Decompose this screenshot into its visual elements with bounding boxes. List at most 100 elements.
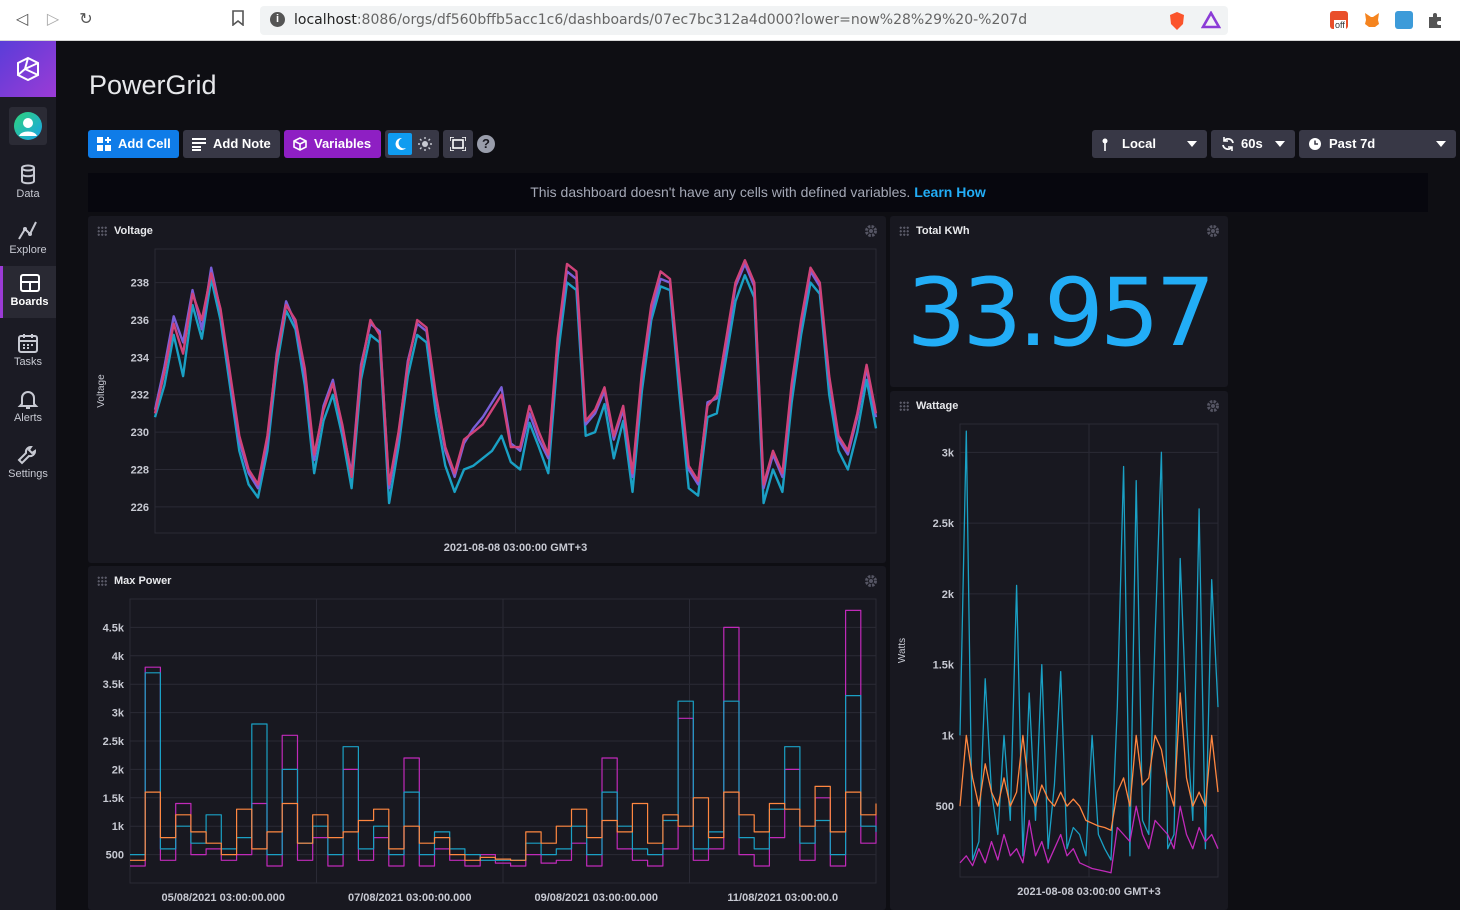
voltage-chart[interactable]: 238 236 234 232 230 228 226 Voltage 2021-08-08 0… (88, 216, 886, 563)
moon-icon (395, 137, 406, 150)
dark-mode-button[interactable] (388, 133, 412, 155)
caret-down-icon (1187, 141, 1197, 147)
y-tick-label: 1k (112, 821, 125, 833)
y-tick-label: 500 (936, 801, 954, 813)
dashboard-icon (19, 274, 40, 292)
clock-icon (1309, 138, 1321, 150)
sidebar-item-label: Data (16, 188, 40, 200)
x-tick-label: 11/08/2021 03:00:00.0 (727, 892, 838, 904)
sidebar-item-data[interactable]: Data (0, 158, 56, 210)
banner-text: This dashboard doesn't have any cells wi… (530, 184, 911, 200)
y-tick-label: 3k (942, 447, 955, 459)
y-tick-label: 4k (112, 651, 125, 663)
forward-icon[interactable]: ▷ (43, 10, 63, 30)
back-icon[interactable]: ◁ (12, 10, 32, 30)
extension-window-icon[interactable] (1395, 11, 1413, 29)
theme-toggle[interactable] (385, 130, 439, 158)
y-tick-label: 226 (131, 502, 149, 514)
sidebar-item-tasks[interactable]: Tasks (0, 326, 56, 378)
learn-how-link[interactable]: Learn How (914, 184, 986, 200)
extension-badge: off (1334, 20, 1346, 30)
max-power-cell: Max Power 4.5k 4k 3.5k 3k 2.5k 2k 1.5k 1k 500 05/… (88, 566, 886, 910)
voltage-cell: Voltage 238 236 234 232 230 228 226 Voltage 2021… (88, 216, 886, 563)
add-note-button[interactable]: Add Note (183, 130, 280, 158)
bookmark-icon[interactable] (228, 10, 248, 30)
add-note-label: Add Note (213, 136, 271, 151)
variables-button[interactable]: Variables (284, 130, 381, 158)
sidebar-item-explore[interactable]: Explore (0, 214, 56, 266)
y-tick-label: 238 (131, 278, 149, 290)
y-tick-label: 3k (112, 708, 125, 720)
refresh-label: 60s (1241, 136, 1263, 151)
user-avatar[interactable] (9, 107, 47, 145)
x-tick-label: 07/08/2021 03:00:00.000 (348, 892, 472, 904)
sidebar-item-label: Settings (8, 468, 48, 480)
extensions-puzzle-icon[interactable] (1426, 11, 1444, 34)
wattage-chart[interactable]: 3k 2.5k 2k 1.5k 1k 500 Watts 2021-08-08 03:00:0… (890, 391, 1228, 910)
help-icon[interactable]: ? (477, 135, 495, 153)
drag-handle-icon[interactable] (899, 226, 909, 236)
time-range-dropdown[interactable]: Past 7d (1299, 130, 1456, 158)
url-text: localhost:8086/orgs/df560bffb5acc1c6/das… (294, 12, 1028, 28)
sidebar-item-alerts[interactable]: Alerts (0, 382, 56, 434)
influxdb-logo[interactable] (0, 41, 56, 97)
sidebar-item-label: Tasks (13, 356, 43, 368)
refresh-dropdown[interactable]: 60s (1211, 130, 1295, 158)
y-tick-label: 228 (131, 464, 149, 476)
sidebar-item-boards[interactable]: Boards (0, 266, 56, 318)
note-icon (192, 138, 206, 151)
sun-icon[interactable] (418, 137, 432, 151)
max-power-chart[interactable]: 4.5k 4k 3.5k 3k 2.5k 2k 1.5k 1k 500 05/08/2021 03… (88, 566, 886, 910)
y-tick-label: 2.5k (103, 736, 125, 748)
y-tick-label: 1.5k (103, 793, 125, 805)
sidebar-item-settings[interactable]: Settings (0, 438, 56, 490)
bell-icon (17, 391, 39, 409)
cell-title: Total KWh (916, 225, 970, 237)
graph-icon (18, 221, 37, 240)
brave-shield-icon[interactable] (1168, 11, 1186, 36)
wattage-cell: Wattage 3k 2.5k 2k 1.5k 1k 500 Watts 2021-08-08… (890, 391, 1228, 910)
variables-label: Variables (314, 136, 372, 151)
y-tick-label: 1.5k (933, 660, 955, 672)
x-tick-label: 05/08/2021 03:00:00.000 (161, 892, 285, 904)
wrench-icon (17, 446, 36, 465)
sidebar-item-label: Explore (9, 244, 47, 256)
page-title[interactable]: PowerGrid (89, 70, 217, 101)
browser-toolbar: ◁ ▷ ↻ i localhost:8086/orgs/df560bffb5ac… (0, 0, 1460, 41)
add-cell-icon (97, 137, 111, 151)
y-tick-label: 2.5k (933, 518, 955, 530)
variables-banner: This dashboard doesn't have any cells wi… (88, 173, 1428, 212)
x-tick-label: 2021-08-08 03:00:00 GMT+3 (1017, 886, 1160, 898)
pin-icon (1102, 138, 1108, 151)
y-tick-label: 230 (131, 427, 149, 439)
time-range-label: Past 7d (1329, 136, 1376, 151)
brave-rewards-icon[interactable] (1200, 10, 1222, 34)
y-tick-label: 2k (112, 764, 125, 776)
y-tick-label: 500 (106, 850, 124, 862)
gear-icon[interactable] (1206, 224, 1220, 238)
reload-icon[interactable]: ↻ (76, 10, 96, 30)
presentation-mode-button[interactable] (443, 130, 473, 158)
add-cell-button[interactable]: Add Cell (88, 130, 179, 158)
timezone-label: Local (1122, 136, 1156, 151)
info-icon[interactable]: i (270, 12, 285, 27)
sidebar-item-label: Alerts (13, 412, 43, 424)
y-tick-label: 232 (131, 390, 149, 402)
y-tick-label: 4.5k (103, 622, 125, 634)
y-tick-label: 3.5k (103, 679, 125, 691)
sidebar: Data Explore Boards Tasks Alerts Setting… (0, 41, 56, 910)
sidebar-item-label: Boards (10, 296, 49, 308)
metamask-icon[interactable] (1363, 11, 1381, 34)
x-tick-label: 09/08/2021 03:00:00.000 (534, 892, 658, 904)
fullscreen-icon (450, 137, 466, 151)
y-axis-title: Voltage (96, 374, 107, 408)
timezone-dropdown[interactable]: Local (1092, 130, 1207, 158)
calendar-icon (18, 334, 38, 353)
caret-down-icon (1436, 141, 1446, 147)
total-kwh-cell: Total KWh 33.957 (890, 216, 1228, 387)
refresh-icon (1222, 137, 1234, 151)
extension-calendar-icon[interactable]: off (1330, 11, 1348, 30)
database-icon (21, 164, 35, 185)
url-bar[interactable]: i localhost:8086/orgs/df560bffb5acc1c6/d… (260, 6, 1228, 35)
y-axis-title: Watts (897, 638, 908, 663)
